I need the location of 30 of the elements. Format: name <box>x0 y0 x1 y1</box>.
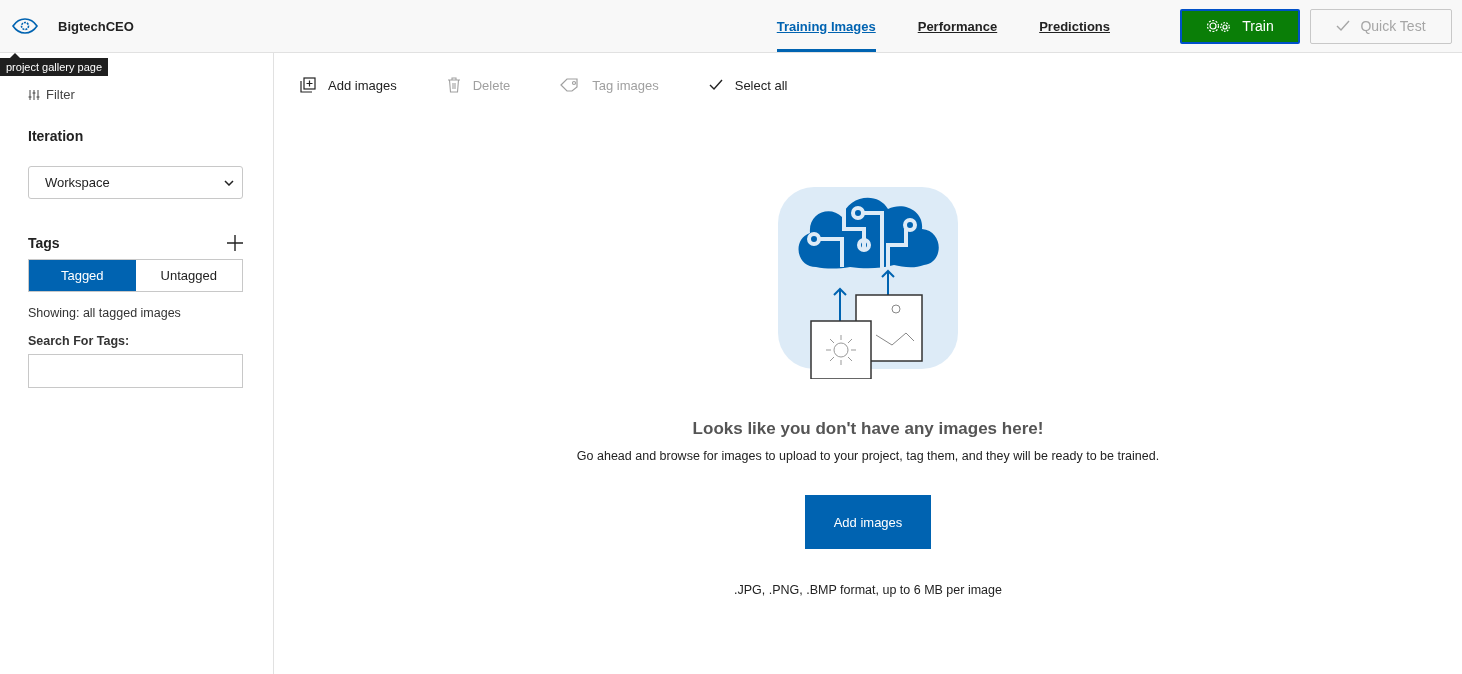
filter-button[interactable]: Filter <box>28 87 243 102</box>
train-button[interactable]: Train <box>1180 8 1300 44</box>
nav-tab[interactable]: Predictions <box>1039 0 1110 52</box>
iteration-dropdown[interactable]: Workspace <box>28 166 243 199</box>
check-icon <box>708 79 723 91</box>
trash-icon <box>446 77 461 93</box>
tag-icon <box>560 78 581 92</box>
toolbar-button[interactable]: Add images <box>300 77 397 93</box>
tooltip: project gallery page <box>0 53 108 76</box>
add-images-button[interactable]: Add images <box>805 495 931 549</box>
nav-tab[interactable]: Performance <box>917 0 998 52</box>
empty-state-message: Go ahead and browse for images to upload to your project, tag them, and they will be ready to be trained. <box>576 449 1160 463</box>
format-note: .JPG, .PNG, .BMP format, up to 6 MB per image <box>734 583 1002 597</box>
empty-state-title: Looks like you don't have any images here! <box>692 419 1044 439</box>
add-image-icon <box>300 77 316 93</box>
iteration-heading: Iteration <box>28 128 85 144</box>
showing-text: Showing: all tagged images <box>28 306 182 320</box>
check-icon <box>1336 20 1351 32</box>
filter-icon <box>28 88 40 101</box>
nav-tab[interactable]: Training Images <box>776 0 876 52</box>
search-label: Search For Tags: <box>28 334 131 348</box>
toolbar-button[interactable]: Select all <box>708 77 788 93</box>
eye-icon[interactable] <box>12 18 38 34</box>
gears-icon <box>1206 19 1233 33</box>
project-name: BigtechCEO <box>58 18 134 34</box>
tags-heading: Tags <box>28 235 60 251</box>
tag-filter-toggle[interactable]: Tagged <box>29 260 136 291</box>
tag-search-field[interactable] <box>28 354 243 388</box>
chevron-down-icon <box>224 179 234 186</box>
add-tag-icon[interactable] <box>227 235 243 251</box>
